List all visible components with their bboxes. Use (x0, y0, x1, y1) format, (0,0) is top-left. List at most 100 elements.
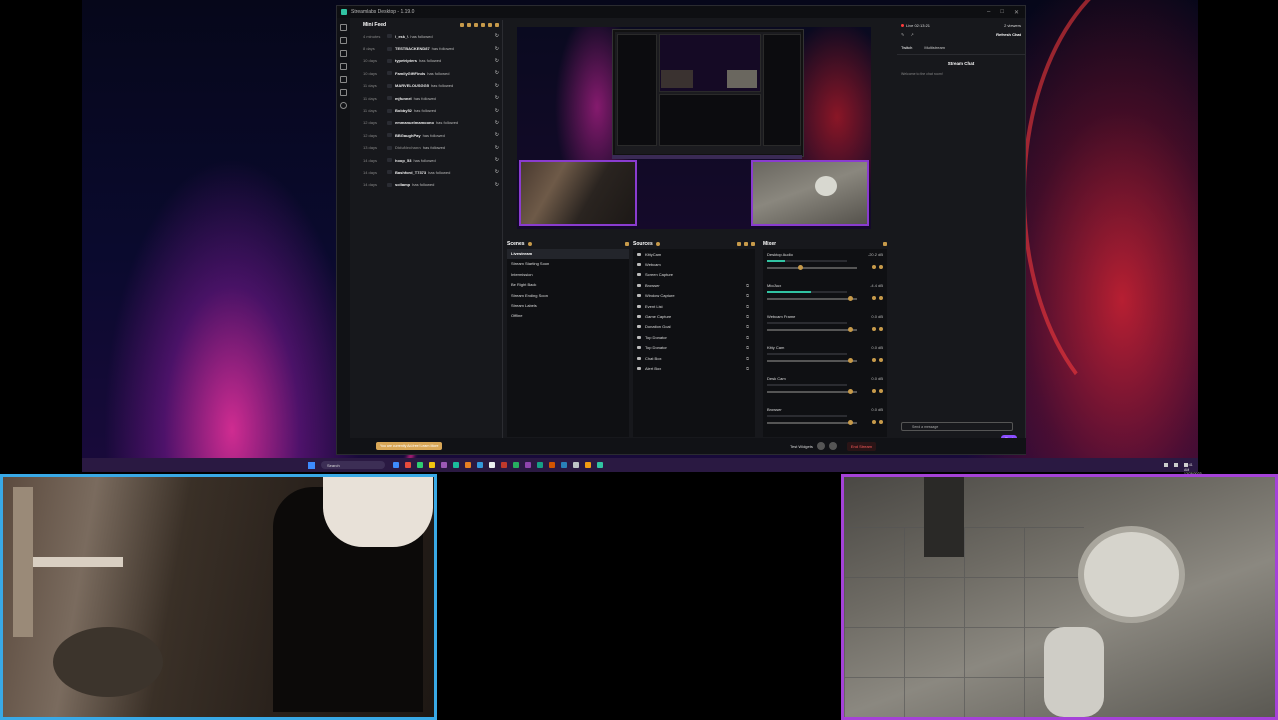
end-stream-button[interactable]: End Stream (846, 441, 876, 451)
repeat-alert-icon[interactable]: ↻ (495, 58, 499, 64)
app-icon[interactable] (597, 462, 603, 468)
source-item[interactable]: Chat Box ⧉ (633, 353, 755, 363)
settings-icon[interactable] (879, 389, 883, 393)
scene-item[interactable]: Stream Ending Soon (507, 291, 629, 301)
repeat-alert-icon[interactable]: ↻ (495, 46, 499, 52)
edit-icon[interactable]: ✎ (901, 32, 904, 37)
refresh-chat-button[interactable]: Refresh Chat (996, 32, 1025, 37)
stream-preview[interactable] (517, 27, 871, 229)
settings-icon[interactable] (879, 420, 883, 424)
settings-icon[interactable] (879, 296, 883, 300)
source-item[interactable]: Top Donator ⧉ (633, 332, 755, 342)
test-widgets-button[interactable]: Test Widgets (790, 444, 813, 449)
repeat-alert-icon[interactable]: ↻ (495, 145, 499, 151)
popout-icon[interactable] (488, 23, 492, 27)
clear-icon[interactable] (481, 23, 485, 27)
volume-slider-handle[interactable] (798, 265, 803, 270)
settings-icon[interactable] (879, 327, 883, 331)
remove-source-icon[interactable] (744, 241, 748, 246)
volume-slider[interactable] (767, 358, 857, 363)
scene-item[interactable]: Offline (507, 311, 629, 321)
source-item[interactable]: Screen Capture (633, 270, 755, 280)
mute-icon[interactable] (872, 358, 876, 362)
source-item[interactable]: Alert Box ⧉ (633, 363, 755, 373)
app-icon[interactable] (561, 462, 567, 468)
app-icon[interactable] (501, 462, 507, 468)
app-icon[interactable] (585, 462, 591, 468)
close-icon[interactable]: ✕ (1014, 9, 1019, 16)
source-lock-icon[interactable]: ⧉ (746, 356, 749, 361)
volume-slider-handle[interactable] (847, 296, 853, 301)
mute-icon[interactable] (872, 389, 876, 393)
app-icon[interactable] (513, 462, 519, 468)
volume-slider-handle[interactable] (847, 358, 853, 363)
source-item[interactable]: Event List ⧉ (633, 301, 755, 311)
source-item[interactable]: Window Capture ⧉ (633, 291, 755, 301)
app-icon[interactable] (429, 462, 435, 468)
chat-input[interactable]: Send a message (901, 422, 1013, 431)
source-item[interactable]: KittyCam (633, 249, 755, 259)
help-icon[interactable] (655, 241, 660, 246)
app-icon[interactable] (393, 462, 399, 468)
mute-icon[interactable] (872, 327, 876, 331)
repeat-alert-icon[interactable]: ↻ (495, 132, 499, 138)
repeat-alert-icon[interactable]: ↻ (495, 70, 499, 76)
settings-icon[interactable] (879, 265, 883, 269)
repeat-alert-icon[interactable]: ↻ (495, 182, 499, 188)
repeat-alert-icon[interactable]: ↻ (495, 33, 499, 39)
record-button[interactable] (816, 442, 825, 450)
settings-icon[interactable] (495, 23, 499, 27)
volume-slider[interactable] (767, 327, 857, 332)
replay-button[interactable] (828, 442, 837, 450)
app-icon[interactable] (477, 462, 483, 468)
app-icon[interactable] (537, 462, 543, 468)
maximize-icon[interactable]: □ (1000, 9, 1004, 16)
volume-icon[interactable] (1174, 463, 1178, 467)
app-icon[interactable] (405, 462, 411, 468)
source-item[interactable]: Donation Goal ⧉ (633, 322, 755, 332)
themes-nav-icon[interactable] (340, 37, 347, 44)
add-source-icon[interactable] (737, 241, 741, 246)
dashboard-nav-icon[interactable] (340, 76, 347, 83)
source-lock-icon[interactable]: ⧉ (746, 293, 749, 298)
ad-free-badge[interactable]: You are currently Ad-free! Learn More (376, 442, 443, 450)
source-lock-icon[interactable]: ⧉ (746, 314, 749, 319)
volume-slider[interactable] (767, 420, 857, 425)
mute-icon[interactable] (474, 23, 478, 27)
source-item[interactable]: Browser ⧉ (633, 280, 755, 290)
pause-icon[interactable] (467, 23, 471, 27)
app-icon[interactable] (465, 462, 471, 468)
mixer-settings-icon[interactable] (883, 241, 887, 246)
settings-nav-icon[interactable] (340, 102, 347, 109)
help-icon[interactable] (527, 241, 532, 246)
scene-item[interactable]: Intermission (507, 270, 629, 280)
volume-slider[interactable] (767, 389, 857, 394)
network-icon[interactable] (1164, 463, 1168, 467)
source-lock-icon[interactable]: ⧉ (746, 304, 749, 309)
scene-item[interactable]: Be Right Back (507, 280, 629, 290)
editor-nav-icon[interactable] (340, 24, 347, 31)
minimize-icon[interactable]: – (987, 9, 990, 16)
source-lock-icon[interactable]: ⧉ (746, 283, 749, 288)
repeat-alert-icon[interactable]: ↻ (495, 157, 499, 163)
repeat-alert-icon[interactable]: ↻ (495, 83, 499, 89)
highlighter-nav-icon[interactable] (340, 63, 347, 70)
folder-icon[interactable] (751, 241, 755, 246)
start-button-icon[interactable] (308, 461, 315, 469)
repeat-alert-icon[interactable]: ↻ (495, 108, 499, 114)
add-scene-icon[interactable] (625, 241, 629, 246)
taskbar-clock[interactable]: 10:41 AM 12/28/2023 (1184, 463, 1202, 476)
app-icon[interactable] (441, 462, 447, 468)
mute-icon[interactable] (872, 420, 876, 424)
source-item[interactable]: Game Capture ⧉ (633, 311, 755, 321)
volume-slider-handle[interactable] (847, 389, 853, 394)
source-lock-icon[interactable]: ⧉ (746, 345, 749, 350)
volume-slider[interactable] (767, 265, 857, 270)
app-icon[interactable] (489, 462, 495, 468)
alerts-nav-icon[interactable] (340, 89, 347, 96)
settings-icon[interactable] (879, 358, 883, 362)
source-lock-icon[interactable]: ⧉ (746, 335, 749, 340)
app-store-nav-icon[interactable] (340, 50, 347, 57)
app-icon[interactable] (549, 462, 555, 468)
app-icon[interactable] (453, 462, 459, 468)
